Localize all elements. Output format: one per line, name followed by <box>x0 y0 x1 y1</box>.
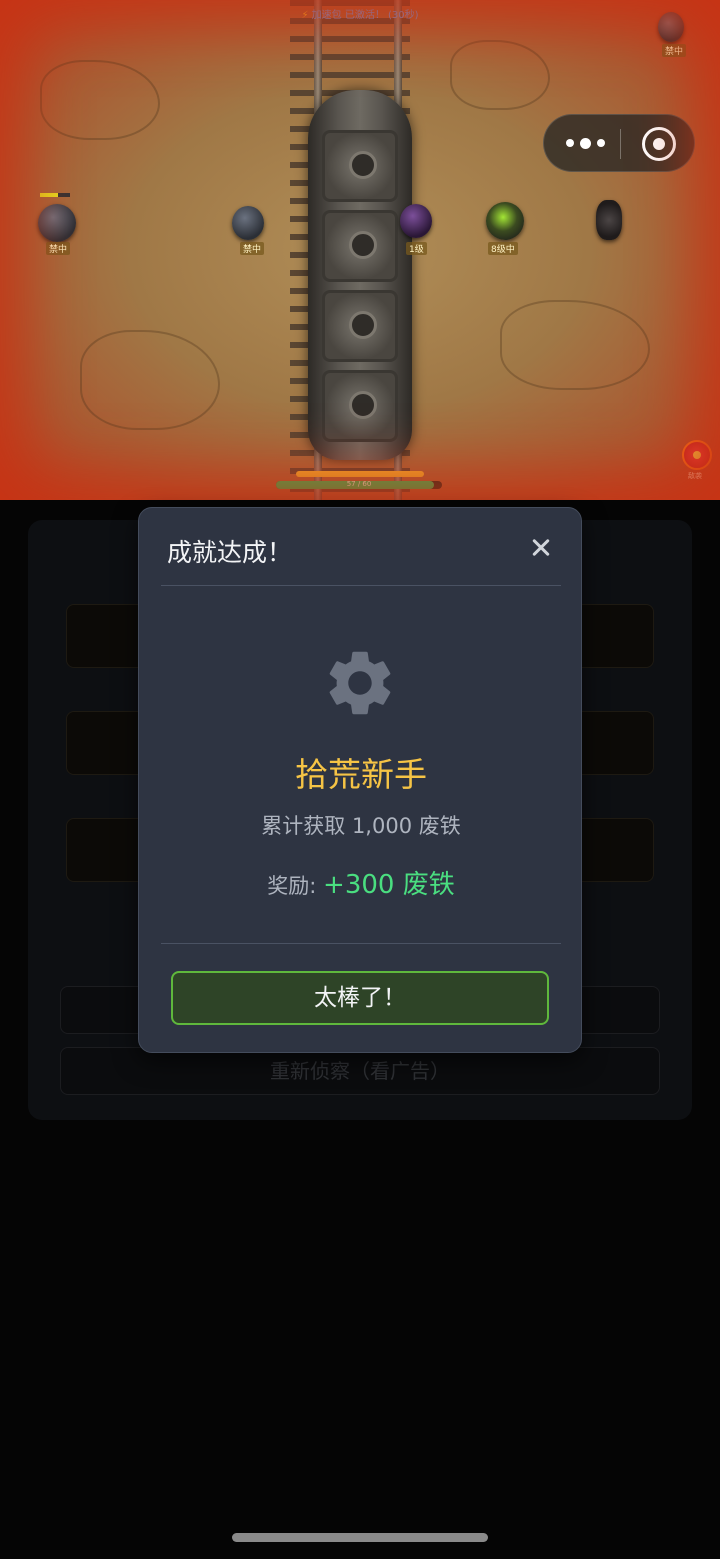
modal-title: 成就达成！ <box>167 538 293 567</box>
tentacle-enemy-icon[interactable] <box>400 204 432 238</box>
lightning-icon: ⚡ <box>301 10 309 21</box>
achievement-reward: 奖励: +300 废铁 <box>139 864 583 901</box>
achievement-description: 累计获取 1,000 废铁 <box>261 814 461 838</box>
mutant-enemy-icon[interactable] <box>232 206 264 240</box>
enemy-tag: 禁中 <box>240 242 265 255</box>
enemy-tag: 8级中 <box>488 242 518 255</box>
rescout-ad-button: 重新侦察（看广告） <box>60 1047 660 1095</box>
close-mini-program-button[interactable] <box>642 127 676 161</box>
turret-icon <box>349 391 377 419</box>
train-car <box>322 370 398 442</box>
capsule-divider <box>620 129 621 159</box>
train-health-bar: 57 / 60 <box>276 480 442 489</box>
enemy-health-bar <box>40 193 70 197</box>
train-car <box>322 290 398 362</box>
mini-program-capsule <box>543 114 695 172</box>
confirm-button[interactable]: 太棒了！ <box>171 971 549 1025</box>
train-health-text: 57 / 60 <box>346 480 372 488</box>
alert-label: 敌袭 <box>688 472 702 480</box>
ground-texture <box>500 300 650 390</box>
achievement-name: 拾荒新手 <box>295 755 427 794</box>
enemy-tag: 禁中 <box>662 44 687 57</box>
armored-train[interactable] <box>308 90 412 460</box>
mutant-enemy-icon[interactable] <box>38 204 76 242</box>
reward-value: +300 废铁 <box>323 870 455 900</box>
ground-texture <box>450 40 550 110</box>
radiation-alert-button[interactable] <box>682 440 712 470</box>
divider <box>161 585 561 586</box>
energy-bar <box>296 471 424 477</box>
close-icon[interactable] <box>527 534 555 562</box>
enemy-tag: 1级 <box>406 242 427 255</box>
game-viewport[interactable]: 禁中 禁中 禁中 1级 8级中 ⚡ 加速包 已激活！ (30秒) 57 / 60… <box>0 0 720 500</box>
more-options-button[interactable] <box>554 115 616 171</box>
ground-texture <box>80 330 220 430</box>
boost-status-text: 加速包 已激活！ (30秒) <box>311 10 419 21</box>
ground-texture <box>40 60 160 140</box>
enemy-tag: 禁中 <box>46 242 71 255</box>
gear-icon <box>329 651 391 715</box>
turret-icon <box>349 311 377 339</box>
divider <box>161 943 561 944</box>
achievement-modal: 成就达成！ 拾荒新手 累计获取 1,000 废铁 奖励: +300 废铁 太棒了… <box>138 507 582 1053</box>
more-dots-icon <box>579 137 591 149</box>
train-car <box>322 130 398 202</box>
turret-icon <box>349 151 377 179</box>
turret-icon <box>349 231 377 259</box>
boost-status: ⚡ 加速包 已激活！ (30秒) <box>0 6 720 21</box>
scorpion-enemy-icon[interactable] <box>596 200 622 240</box>
more-dots-icon <box>565 139 574 147</box>
train-car <box>322 210 398 282</box>
more-dots-icon <box>596 139 605 147</box>
home-indicator[interactable] <box>232 1533 488 1542</box>
reward-label: 奖励: <box>267 874 317 898</box>
spider-enemy-icon[interactable] <box>486 202 524 240</box>
